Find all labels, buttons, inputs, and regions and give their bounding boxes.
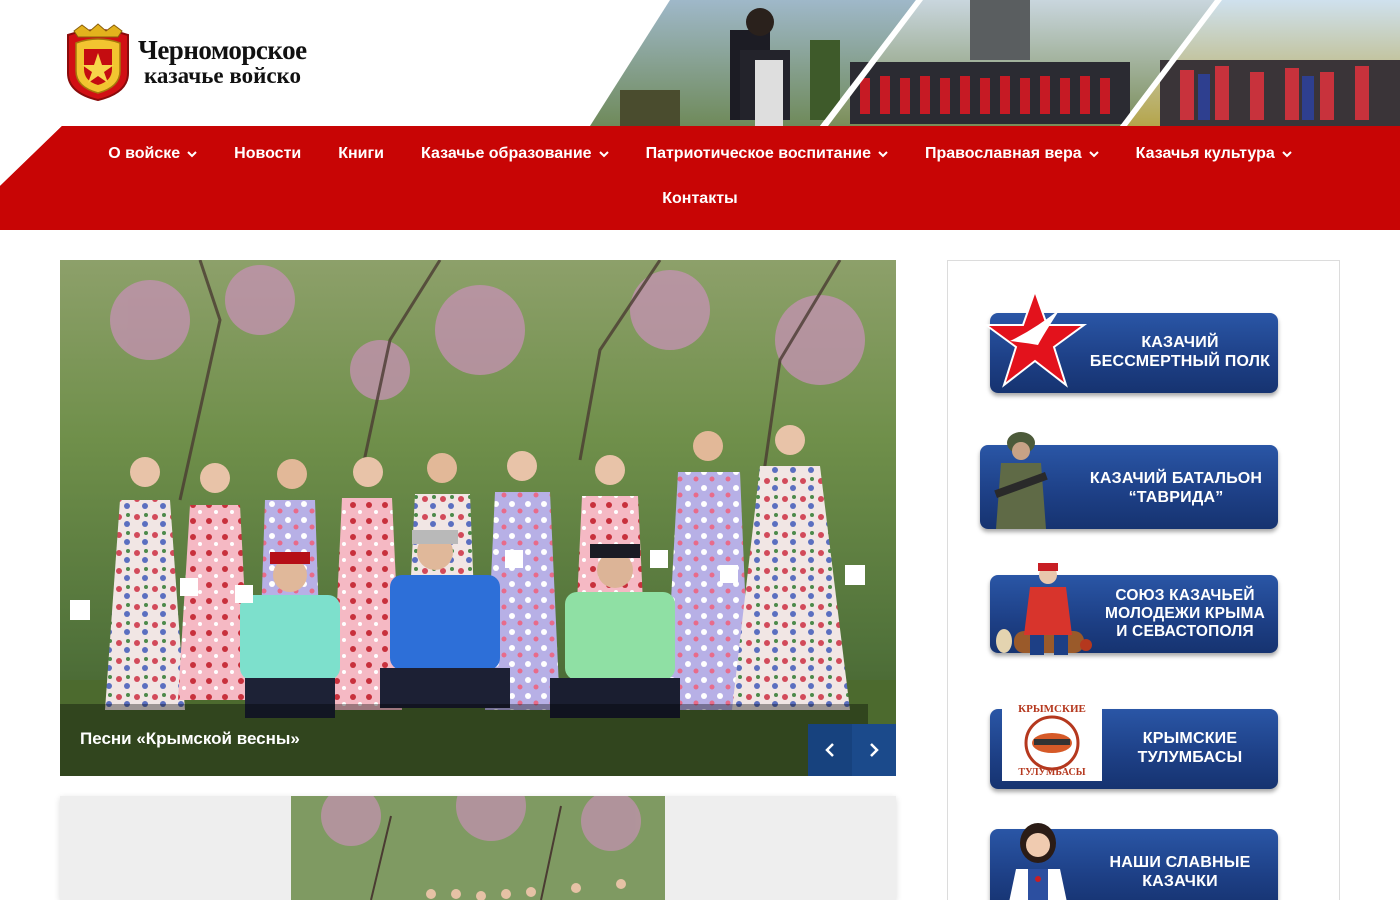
nav-item-culture[interactable]: Казачья культура: [1136, 145, 1292, 163]
banner-label: КАЗАЧИЙ БЕССМЕРТНЫЙ ПОЛК: [1080, 333, 1280, 371]
tulumbas-logo-bottom-text: ТУЛУМБАСЫ: [1018, 767, 1086, 778]
banner-label-line2: КАЗАЧКИ: [1142, 873, 1218, 890]
banner-youth-union[interactable]: СОЮЗ КАЗАЧЬЕЙ МОЛОДЕЖИ КРЫМА И СЕВАСТОПО…: [980, 561, 1290, 661]
nav-item-education[interactable]: Казачье образование: [421, 145, 609, 163]
banner-label: КАЗАЧИЙ БАТАЛЬОН “ТАВРИДА”: [1076, 469, 1276, 507]
slide-photo[interactable]: [60, 260, 896, 776]
nav-item-label: О войске: [108, 145, 181, 162]
nav-item-news[interactable]: Новости: [234, 145, 301, 163]
header-photo-banner: [590, 0, 1400, 126]
nav-row-1: О войске Новости Книги Казачье образован…: [0, 143, 1400, 165]
slider-thumbnails: [60, 796, 896, 900]
main-navigation: О войске Новости Книги Казачье образован…: [0, 126, 1400, 230]
chevron-left-icon: [825, 743, 834, 757]
cossack-woman-icon: [1009, 823, 1067, 900]
banner-label-line2: ТУЛУМБАСЫ: [1137, 749, 1243, 766]
nav-item-patriotic[interactable]: Патриотическое воспитание: [646, 145, 888, 163]
nav-item-label: Книги: [338, 145, 385, 162]
banner-label-line3: И СЕВАСТОПОЛЯ: [1116, 623, 1254, 640]
slide-caption[interactable]: Песни «Крымской весны»: [80, 729, 300, 749]
slider-prev-button[interactable]: [808, 724, 852, 776]
banner-label-line2: “ТАВРИДА”: [1128, 489, 1224, 506]
chevron-down-icon: [1088, 150, 1099, 157]
sidebar: КАЗАЧИЙ БЕССМЕРТНЫЙ ПОЛК КАЗАЧИЙ БАТАЛЬО…: [947, 260, 1340, 900]
banner-label-line1: КАЗАЧИЙ БАТАЛЬОН: [1089, 470, 1263, 487]
nav-item-label: Патриотическое воспитание: [645, 145, 871, 162]
banner-label-line1: КРЫМСКИЕ: [1142, 730, 1238, 747]
nav-item-contacts[interactable]: Контакты: [662, 190, 737, 208]
chevron-down-icon: [598, 150, 609, 157]
banner-immortal-regiment[interactable]: КАЗАЧИЙ БЕССМЕРТНЫЙ ПОЛК: [980, 289, 1290, 399]
logo-title-line2: казачье войско: [144, 63, 301, 89]
soldier-icon: [994, 432, 1048, 529]
featured-slider: [60, 260, 896, 776]
cossack-figure-icon: [996, 563, 1092, 655]
banner-label-line1: НАШИ СЛАВНЫЕ: [1109, 854, 1251, 871]
nav-item-orthodox[interactable]: Православная вера: [925, 145, 1099, 163]
nav-item-label: Казачье образование: [421, 145, 592, 162]
logo-text: Черноморское казачье войско: [138, 34, 307, 89]
banner-tavrida-battalion[interactable]: КАЗАЧИЙ БАТАЛЬОН “ТАВРИДА”: [980, 429, 1290, 534]
tulumbas-logo: КРЫМСКИЕ ТУЛУМБАСЫ: [1002, 701, 1102, 781]
chevron-right-icon: [870, 743, 879, 757]
nav-item-label: Православная вера: [924, 145, 1082, 162]
site-header: Черноморское казачье войско: [0, 0, 1400, 128]
nav-row-2: Контакты: [0, 188, 1400, 210]
banner-label-line1: КАЗАЧИЙ: [1141, 334, 1219, 351]
site-logo[interactable]: Черноморское казачье войско: [62, 22, 352, 102]
nav-background: [0, 126, 1400, 230]
banner-crimean-tulumbas[interactable]: КРЫМСКИЕ ТУЛУМБАСЫ КРЫМСКИЕ ТУЛУМБАСЫ: [980, 693, 1290, 793]
logo-title-line1: Черноморское: [138, 34, 307, 65]
banner-label: КРЫМСКИЕ ТУЛУМБАСЫ: [1110, 729, 1270, 767]
tulumbas-logo-top-text: КРЫМСКИЕ: [1018, 703, 1086, 715]
banner-label-line1: СОЮЗ КАЗАЧЬЕЙ: [1115, 587, 1255, 604]
banner-label-line2: БЕССМЕРТНЫЙ ПОЛК: [1089, 353, 1271, 370]
banner-label-line2: МОЛОДЕЖИ КРЫМА: [1104, 605, 1266, 622]
thumbnail-photo[interactable]: [291, 796, 665, 900]
slider-next-button[interactable]: [852, 724, 896, 776]
banner-label: НАШИ СЛАВНЫЕ КАЗАЧКИ: [1080, 853, 1280, 891]
chevron-down-icon: [187, 150, 197, 157]
coat-of-arms-icon: [67, 23, 129, 101]
nav-item-label: Контакты: [662, 190, 738, 207]
banner-label: СОЮЗ КАЗАЧЬЕЙ МОЛОДЕЖИ КРЫМА И СЕВАСТОПО…: [1090, 587, 1280, 641]
nav-item-books[interactable]: Книги: [338, 145, 384, 163]
red-star-crane-icon: [982, 289, 1088, 388]
nav-item-about[interactable]: О войске: [108, 145, 197, 163]
banner-glorious-cossack-women[interactable]: НАШИ СЛАВНЫЕ КАЗАЧКИ: [980, 817, 1290, 900]
nav-item-label: Казачья культура: [1135, 145, 1275, 162]
nav-item-label: Новости: [234, 145, 302, 162]
chevron-down-icon: [878, 150, 888, 157]
chevron-down-icon: [1282, 150, 1292, 157]
